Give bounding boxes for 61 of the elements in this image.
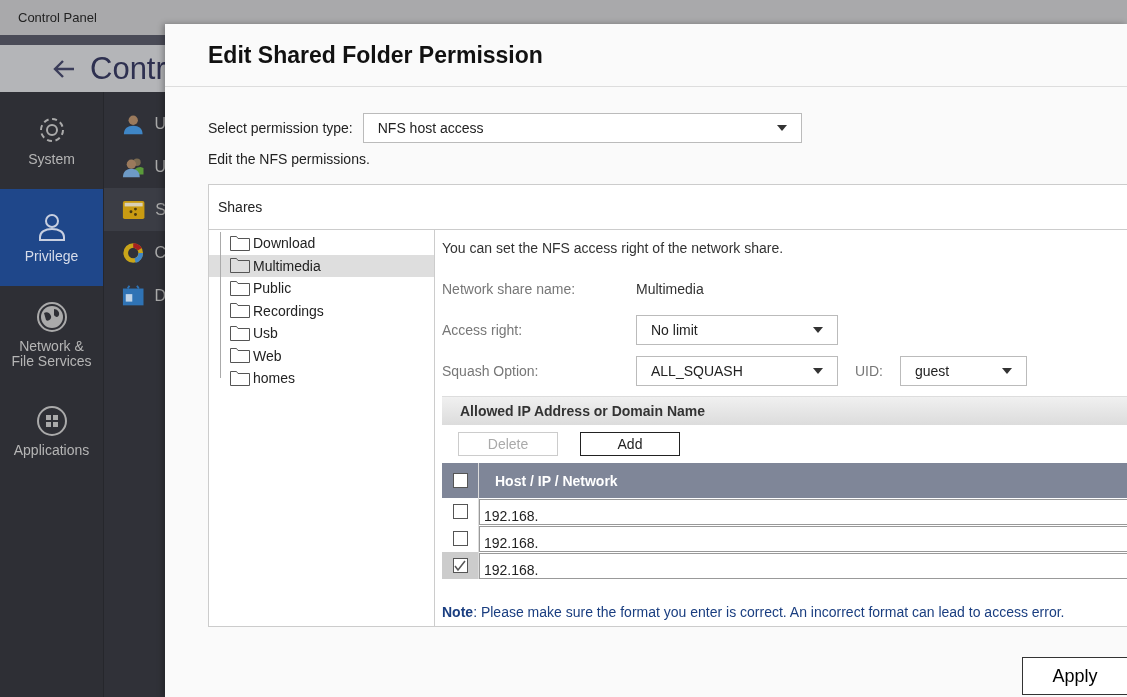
- menu-item[interactable]: S: [104, 188, 166, 231]
- id-card-icon: [122, 283, 145, 308]
- tree-item[interactable]: Usb: [209, 322, 434, 345]
- tree-item[interactable]: Multimedia: [209, 254, 434, 277]
- tree-item[interactable]: Public: [209, 277, 434, 300]
- category-item[interactable]: Privilege: [0, 189, 103, 286]
- folder-icon: [230, 303, 250, 319]
- category-item[interactable]: Applications: [0, 383, 103, 480]
- folder-icon: [230, 258, 250, 274]
- section-heading: Allowed IP Address or Domain Name: [442, 396, 1127, 425]
- window-title: Control Panel: [18, 10, 97, 25]
- donut-chart-icon: [122, 240, 145, 265]
- folder-icon: [230, 325, 250, 341]
- checkbox[interactable]: [452, 558, 468, 573]
- field-label: Network share name:: [442, 281, 577, 297]
- folder-icon: [230, 280, 250, 296]
- tree-item[interactable]: homes: [209, 367, 434, 390]
- add-button[interactable]: Add: [580, 432, 680, 456]
- intro-text: You can set the NFS access right of the network share.: [442, 240, 785, 256]
- squash-option-dropdown[interactable]: ALL_SQUASH: [636, 356, 838, 386]
- grid-icon: [35, 405, 68, 437]
- field-label: Select permission type:: [208, 120, 353, 136]
- field-label: Access right:: [442, 322, 524, 338]
- caret-icon: [776, 125, 787, 131]
- field-label: Squash Option:: [442, 363, 540, 379]
- tree-item[interactable]: Web: [209, 344, 434, 367]
- host-input-field[interactable]: 192.168.: [479, 499, 1127, 525]
- apply-button[interactable]: Apply: [1022, 657, 1127, 695]
- permission-type-dropdown[interactable]: NFS host access: [362, 113, 802, 143]
- checkbox[interactable]: [452, 504, 468, 519]
- share-name-value: Multimedia: [636, 281, 704, 297]
- panel-heading: Shares: [209, 185, 1127, 230]
- menu-item[interactable]: D: [104, 274, 166, 317]
- folder-icon: [230, 348, 250, 364]
- access-right-dropdown[interactable]: No limit: [636, 315, 838, 345]
- field-label: UID:: [855, 363, 883, 379]
- host-input-field[interactable]: 192.168.: [479, 553, 1127, 579]
- menu-item[interactable]: U: [104, 145, 166, 188]
- note-text: Note: Please make sure the format you enter is correct. An incorrect format can lead to access error.: [442, 604, 1066, 620]
- category-item[interactable]: System: [0, 92, 103, 189]
- checkbox[interactable]: [452, 473, 468, 488]
- back-arrow-icon[interactable]: [52, 58, 76, 79]
- globe-icon: [35, 300, 68, 333]
- shared-folder-icon: [122, 198, 146, 221]
- folder-icon: [230, 370, 250, 386]
- caret-icon: [813, 368, 823, 374]
- host-input-field[interactable]: 192.168.: [479, 526, 1127, 552]
- category-item[interactable]: Network & File Services: [0, 286, 103, 383]
- uid-dropdown[interactable]: guest: [900, 356, 1027, 386]
- caret-icon: [1002, 368, 1012, 374]
- dialog-title: Edit Shared Folder Permission: [165, 24, 1127, 87]
- tree-item[interactable]: Recordings: [209, 299, 434, 322]
- column-header: Host / IP / Network: [494, 472, 618, 489]
- tree-item[interactable]: Download: [209, 232, 434, 255]
- menu-item[interactable]: U: [104, 102, 166, 145]
- menu-item[interactable]: C: [104, 231, 166, 274]
- caret-icon: [813, 327, 823, 333]
- header-title: Contr: [90, 50, 166, 87]
- checkbox[interactable]: [452, 531, 468, 546]
- folder-icon: [230, 235, 250, 251]
- description: Edit the NFS permissions.: [208, 151, 371, 167]
